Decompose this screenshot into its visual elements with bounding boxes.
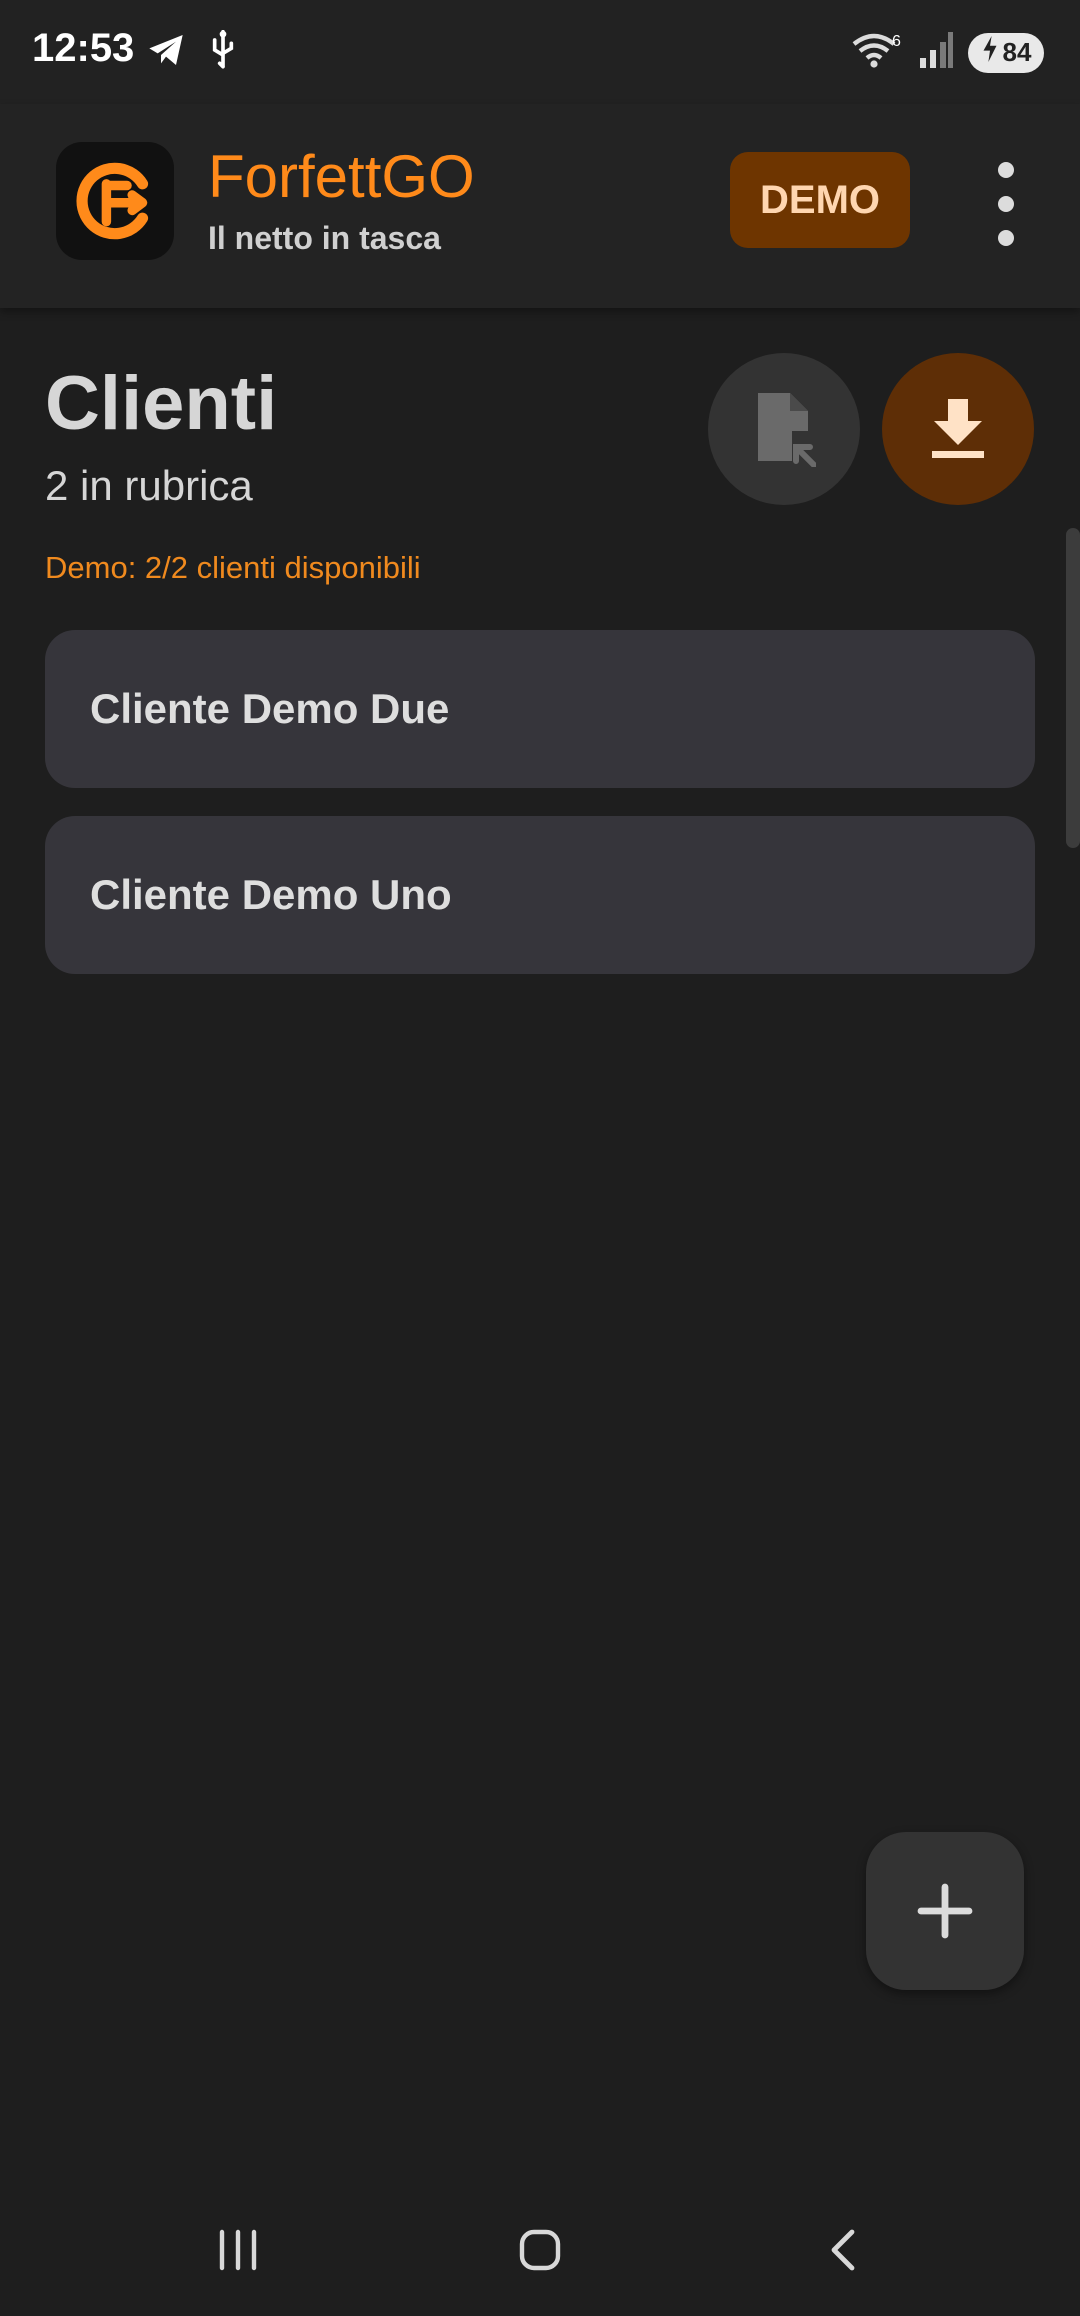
client-name: Cliente Demo Due xyxy=(90,685,450,732)
status-bar: 12:53 6 84 xyxy=(0,0,1080,104)
client-name: Cliente Demo Uno xyxy=(90,871,452,918)
status-left-icons xyxy=(146,29,238,75)
client-list-item[interactable]: Cliente Demo Uno xyxy=(45,816,1035,974)
battery-charging-icon xyxy=(981,36,999,69)
app-title: ForfettGO xyxy=(208,143,475,210)
add-client-button[interactable] xyxy=(866,1832,1024,1990)
demo-limit-note: Demo: 2/2 clienti disponibili xyxy=(45,550,421,585)
app-bar: ForfettGO Il netto in tasca DEMO xyxy=(0,104,1080,308)
client-list-item[interactable]: Cliente Demo Due xyxy=(45,630,1035,788)
import-file-button[interactable] xyxy=(708,353,860,505)
plus-icon xyxy=(917,1883,973,1939)
app-subtitle: Il netto in tasca xyxy=(208,220,441,256)
status-time: 12:53 xyxy=(32,26,135,70)
file-import-icon xyxy=(758,393,816,467)
wifi-badge: 6 xyxy=(892,33,901,50)
download-button[interactable] xyxy=(882,353,1034,505)
download-icon xyxy=(932,399,984,458)
forfettgo-logo-icon xyxy=(76,162,149,240)
system-nav-bar xyxy=(0,2180,1080,2316)
home-button[interactable] xyxy=(500,2210,580,2290)
more-vert-icon xyxy=(998,162,1014,178)
page-title: Clienti xyxy=(45,361,278,446)
status-right-icons: 6 84 xyxy=(852,30,1044,75)
battery-indicator: 84 xyxy=(968,32,1044,73)
recents-icon xyxy=(219,2229,257,2271)
telegram-icon xyxy=(146,30,186,75)
recents-button[interactable] xyxy=(198,2210,278,2290)
signal-icon xyxy=(918,30,954,75)
back-chevron-icon xyxy=(831,2229,855,2271)
wifi-icon: 6 xyxy=(852,30,904,75)
demo-badge[interactable]: DEMO xyxy=(730,152,910,248)
app-logo xyxy=(56,142,174,260)
client-count: 2 in rubrica xyxy=(45,462,253,509)
home-icon xyxy=(519,2229,561,2271)
overflow-menu-button[interactable] xyxy=(982,162,1030,246)
scrollbar[interactable] xyxy=(1066,528,1080,848)
back-button[interactable] xyxy=(804,2210,884,2290)
usb-icon xyxy=(208,29,238,75)
battery-level: 84 xyxy=(1002,37,1032,67)
